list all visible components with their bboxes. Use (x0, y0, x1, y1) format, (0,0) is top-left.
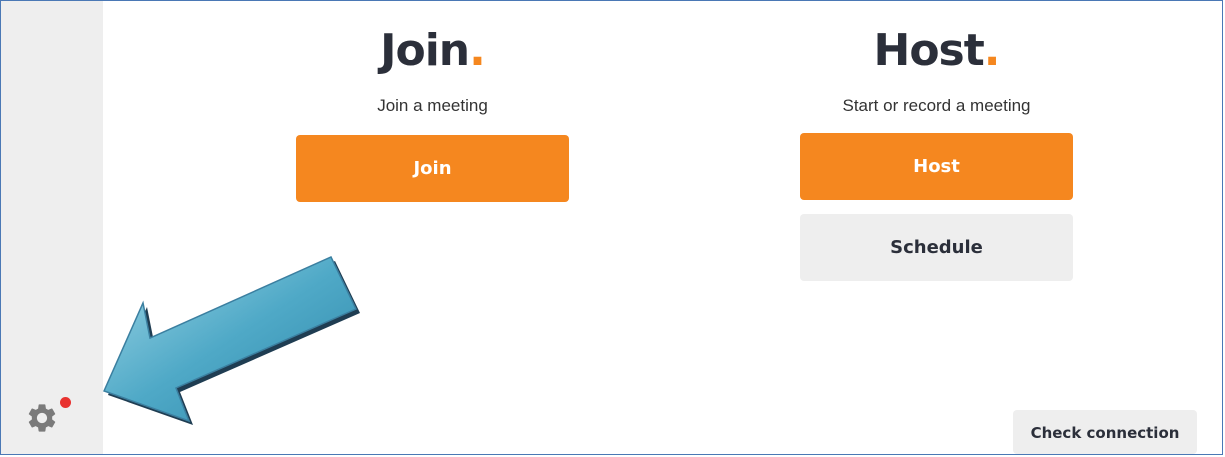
join-section: Join. Join a meeting Join (296, 1, 569, 202)
gear-icon (28, 404, 56, 432)
host-subtitle: Start or record a meeting (842, 96, 1031, 115)
sidebar (1, 1, 103, 454)
host-heading-dot: . (983, 25, 1001, 76)
join-heading: Join. (380, 25, 486, 76)
host-section: Host. Start or record a meeting Host Sch… (800, 1, 1073, 281)
app-window: Join. Join a meeting Join Host. Start or… (0, 0, 1223, 455)
host-heading: Host. (873, 25, 1001, 76)
join-heading-dot: . (469, 25, 486, 76)
host-button[interactable]: Host (800, 133, 1073, 200)
settings-button[interactable] (25, 396, 71, 436)
check-connection-button[interactable]: Check connection (1013, 410, 1197, 454)
notification-badge (60, 397, 71, 408)
join-button[interactable]: Join (296, 135, 569, 202)
join-subtitle: Join a meeting (377, 96, 488, 115)
schedule-button[interactable]: Schedule (800, 214, 1073, 281)
annotation-arrow-icon (102, 256, 360, 425)
